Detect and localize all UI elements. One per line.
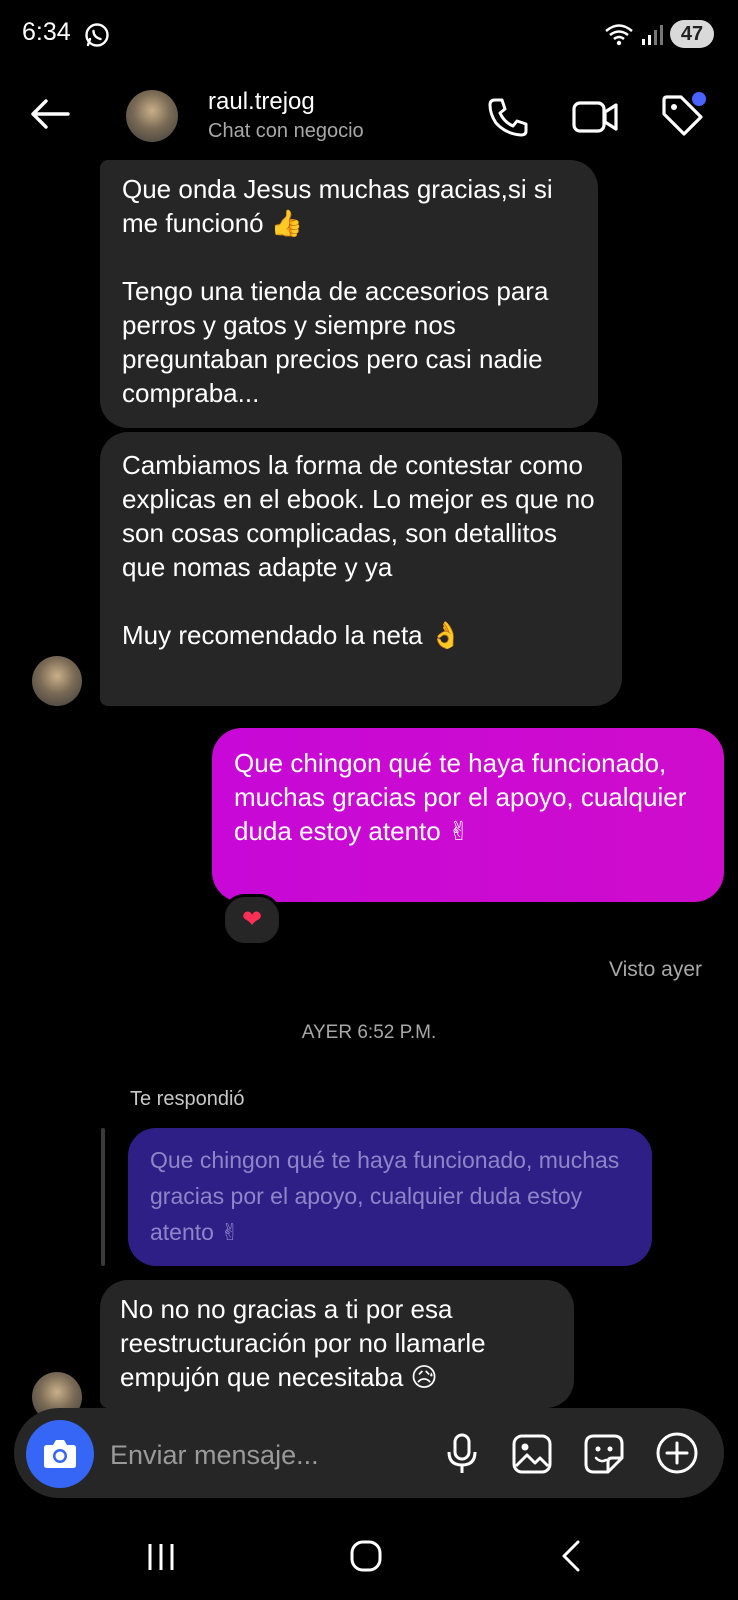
- incoming-message[interactable]: No no no gracias a ti por esa reestructu…: [100, 1280, 574, 1408]
- sticker-icon[interactable]: [582, 1432, 626, 1476]
- microphone-icon[interactable]: [444, 1432, 480, 1476]
- reply-indicator-bar: [101, 1128, 105, 1266]
- date-separator: AYER 6:52 P.M.: [301, 1022, 437, 1043]
- quoted-message[interactable]: Que chingon qué te haya funcionado, much…: [128, 1128, 652, 1266]
- camera-icon: [44, 1440, 76, 1468]
- sender-avatar[interactable]: [32, 656, 82, 706]
- incoming-message[interactable]: Cambiamos la forma de contestar como exp…: [100, 432, 622, 706]
- outgoing-message[interactable]: Que chingon qué te haya funcionado, much…: [212, 728, 724, 902]
- whatsapp-icon: [85, 23, 109, 47]
- back-arrow-icon[interactable]: [28, 96, 72, 132]
- camera-button[interactable]: [26, 1420, 94, 1488]
- heart-reaction[interactable]: ❤: [222, 894, 282, 946]
- wifi-icon: [605, 24, 633, 46]
- message-input[interactable]: [108, 1432, 412, 1478]
- home-icon[interactable]: [348, 1538, 384, 1574]
- notification-dot: [692, 92, 706, 106]
- heart-icon: ❤: [241, 906, 263, 933]
- phone-call-icon[interactable]: [486, 96, 530, 138]
- contact-avatar[interactable]: [126, 90, 178, 142]
- signal-icon: [642, 25, 663, 45]
- contact-subtitle: Chat con negocio: [208, 120, 364, 142]
- battery-indicator: 47: [670, 20, 714, 48]
- gallery-icon[interactable]: [510, 1432, 554, 1476]
- reply-label: Te respondió: [130, 1088, 245, 1110]
- seen-status: Visto ayer: [609, 958, 702, 981]
- video-call-icon[interactable]: [570, 96, 620, 138]
- contact-name[interactable]: raul.trejog: [208, 88, 315, 116]
- status-time: 6:34: [22, 18, 71, 46]
- add-icon[interactable]: [654, 1430, 700, 1476]
- nav-back-icon[interactable]: [556, 1538, 586, 1574]
- recent-apps-icon[interactable]: [144, 1540, 178, 1574]
- incoming-message[interactable]: Que onda Jesus muchas gracias,si si me f…: [100, 160, 598, 428]
